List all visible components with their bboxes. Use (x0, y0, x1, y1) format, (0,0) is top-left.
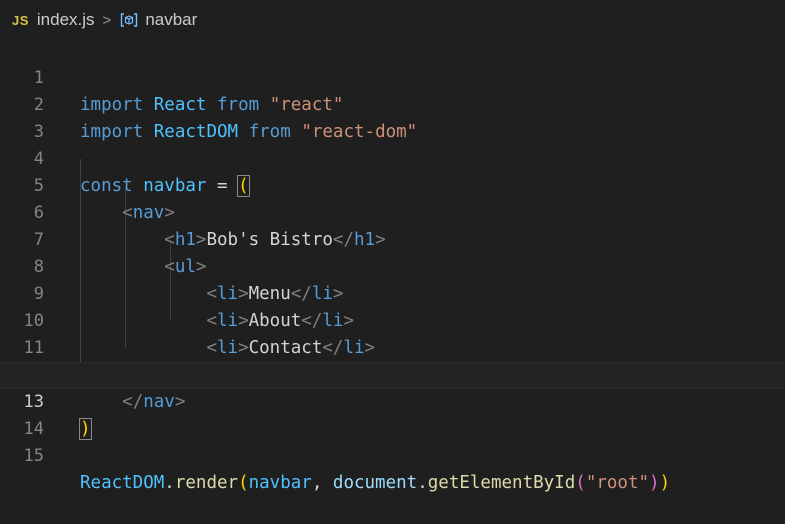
bracket-close: ) (659, 473, 671, 493)
code-editor[interactable]: 1 import React from "react" 2 import Rea… (0, 38, 785, 493)
operator: . (417, 473, 428, 493)
code-line[interactable]: 1 import React from "react" (0, 38, 785, 115)
symbol-variable-icon (119, 11, 139, 29)
code-line[interactable]: 10 <li>Contact</li> (0, 281, 785, 358)
function-name: render (174, 473, 239, 493)
operator: , (311, 473, 333, 493)
identifier: document (332, 473, 418, 493)
breadcrumb-symbol[interactable]: navbar (145, 10, 197, 30)
code-line[interactable]: 5 <nav> (0, 146, 785, 223)
bracket-open: ( (238, 473, 249, 493)
code-line[interactable]: 3 (0, 92, 785, 142)
code-line[interactable]: 11 </ul> (0, 308, 785, 385)
code-line[interactable]: 9 <li>About</li> (0, 254, 785, 331)
identifier: navbar (248, 473, 312, 493)
js-file-icon: JS (12, 12, 29, 28)
breadcrumb: JS index.js > navbar (0, 0, 785, 40)
function-name: getElementById (427, 473, 576, 493)
code-line[interactable]: 14 (0, 389, 785, 439)
identifier: ReactDOM (80, 473, 165, 493)
code-line[interactable]: 6 <h1>Bob's Bistro</h1> (0, 173, 785, 250)
breadcrumb-file[interactable]: index.js (37, 10, 95, 30)
code-line[interactable]: 15 ReactDOM.render(navbar, document.getE… (0, 416, 785, 493)
string-literal: "root" (585, 473, 650, 493)
code-line[interactable]: 7 <ul> (0, 200, 785, 277)
code-line[interactable]: 12 </nav> (0, 335, 785, 412)
code-line[interactable]: 2 import ReactDOM from "react-dom" (0, 65, 785, 142)
line-code: ReactDOM.render(navbar, document.getElem… (80, 470, 670, 497)
code-line[interactable]: 8 <li>Menu</li> (0, 227, 785, 304)
bracket-open: ( (575, 473, 586, 493)
bracket-close: ) (649, 473, 660, 493)
line-number: 15 (23, 446, 44, 466)
operator: . (164, 473, 175, 493)
code-line[interactable]: 4 const navbar = ( (0, 119, 785, 197)
code-line-current[interactable]: 13 ) (0, 362, 785, 440)
breadcrumb-separator-chevron-icon: > (102, 11, 112, 29)
